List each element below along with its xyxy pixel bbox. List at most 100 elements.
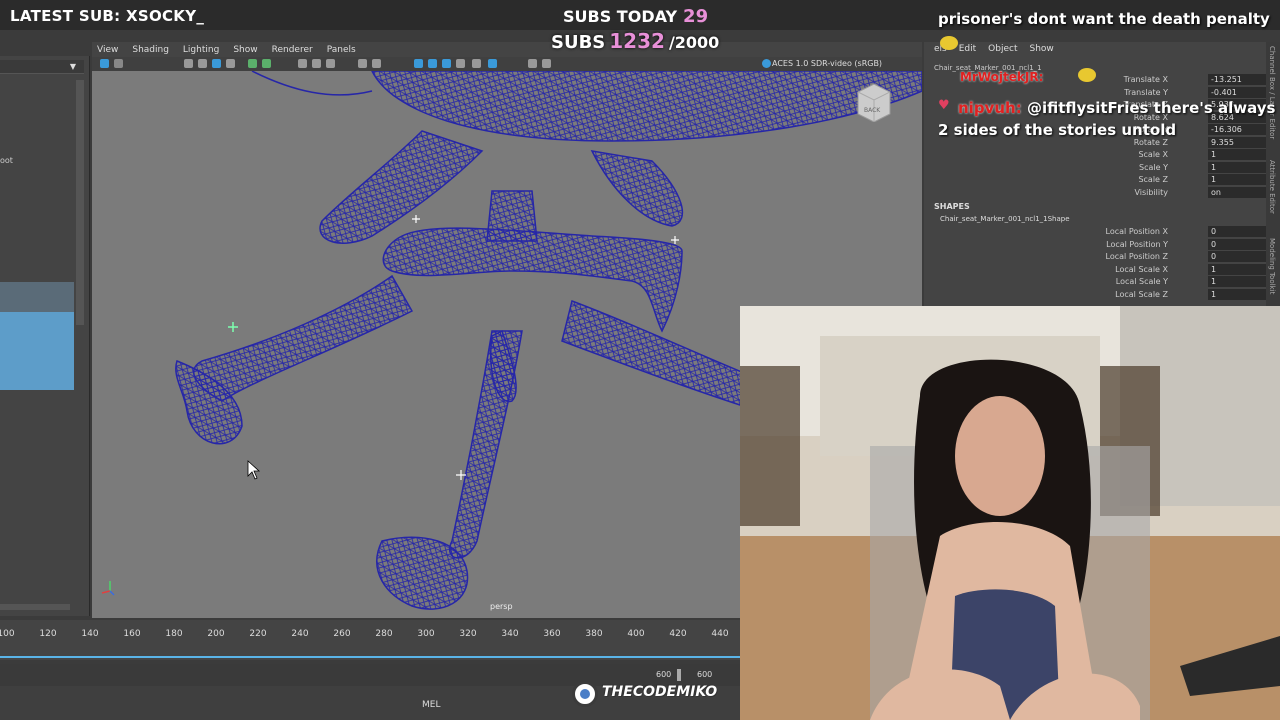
attr-label: Local Position Y — [1106, 239, 1168, 249]
channel-logo: THECODEMIKO — [572, 681, 717, 707]
attr-value[interactable]: 1 — [1208, 149, 1270, 160]
tick-label: 240 — [291, 629, 309, 639]
motion-blur-icon[interactable] — [456, 59, 465, 68]
attr-value[interactable]: 1 — [1208, 174, 1270, 185]
chat-username[interactable]: nipvuh: — [958, 99, 1022, 117]
menu-panels[interactable]: Panels — [327, 45, 356, 55]
menu-show[interactable]: Show — [233, 45, 257, 55]
subs-goal: /2000 — [668, 33, 720, 52]
tab-modeling-toolkit[interactable]: Modeling Toolkit — [1268, 238, 1276, 294]
anti-alias-icon[interactable] — [472, 59, 481, 68]
exposure-icon[interactable] — [528, 59, 537, 68]
range-start[interactable]: 600 — [656, 670, 671, 679]
subs-label: SUBS — [551, 32, 606, 53]
range-handle[interactable] — [677, 669, 681, 681]
tick-label: 360 — [543, 629, 561, 639]
logo-icon — [572, 681, 598, 707]
outliner-scrollbar[interactable] — [76, 80, 84, 325]
mel-label[interactable]: MEL — [422, 700, 440, 710]
tick-label: 400 — [627, 629, 645, 639]
menu-view[interactable]: View — [97, 45, 118, 55]
xray-icon[interactable] — [414, 59, 423, 68]
tick-label: 260 — [333, 629, 351, 639]
pan-zoom-icon[interactable] — [248, 59, 257, 68]
tick-label: 380 — [585, 629, 603, 639]
chat-message: nipvuh: @ifitflysitFries there's always … — [938, 97, 1278, 141]
outliner-item[interactable]: oot — [0, 156, 13, 165]
film-gate-icon[interactable] — [226, 59, 235, 68]
shape-name[interactable]: Chair_seat_Marker_001_ncl1_1Shape — [940, 215, 1070, 223]
grease-pencil-icon[interactable] — [262, 59, 271, 68]
chair-base-mesh — [175, 227, 793, 610]
attr-label: Scale X — [1138, 150, 1168, 159]
viewport-toolbar: ACES 1.0 SDR-video (sRGB) — [92, 57, 922, 71]
grid-icon[interactable] — [212, 59, 221, 68]
tick-label: 320 — [459, 629, 477, 639]
attr-label: Scale Y — [1139, 162, 1168, 172]
lighting-icon[interactable] — [358, 59, 367, 68]
tick-label: 340 — [501, 629, 519, 639]
attr-row: Local Scale Z 1 — [1074, 288, 1270, 302]
outliner-item-selected[interactable] — [0, 312, 74, 390]
image-plane-icon[interactable] — [198, 59, 207, 68]
chair-seat-mesh — [251, 71, 922, 142]
logo-text: THECODEMIKO — [602, 684, 718, 700]
attr-label: Local Position Z — [1105, 252, 1168, 261]
attr-value[interactable]: 0 — [1208, 251, 1270, 262]
time-slider[interactable]: 100 120 140 160 180 200 220 240 260 280 … — [0, 620, 740, 660]
timeline-track — [0, 656, 740, 658]
tick-label: 120 — [39, 629, 57, 639]
ambient-occlusion-icon[interactable] — [442, 59, 451, 68]
depth-of-field-icon[interactable] — [488, 59, 497, 68]
subs-value: 1232 — [609, 29, 665, 53]
attr-label: Local Scale Y — [1115, 277, 1168, 286]
attr-value[interactable]: 1 — [1208, 276, 1270, 287]
outliner-hscrollbar[interactable] — [0, 604, 70, 610]
menu-shading[interactable]: Shading — [132, 45, 169, 55]
view-cube-icon[interactable]: BACK — [856, 82, 892, 122]
tick-label: 420 — [669, 629, 687, 639]
subs-goal-counter: SUBS 1232/2000 — [551, 29, 719, 53]
range-end[interactable]: 600 — [697, 670, 712, 679]
chat-message: prisoner's dont want the death penalty — [938, 10, 1270, 28]
chevron-down-icon: ▼ — [69, 62, 76, 71]
outliner-item-highlight[interactable] — [0, 282, 74, 312]
attr-row: Local Position Z 0 — [1074, 251, 1270, 264]
attr-value[interactable]: 0 — [1208, 238, 1270, 250]
color-space-label[interactable]: ACES 1.0 SDR-video (sRGB) — [772, 59, 882, 68]
tab-attribute-editor[interactable]: Attribute Editor — [1268, 160, 1276, 214]
chat-username[interactable]: MrWojtekJR: — [960, 70, 1043, 84]
attr-row: Local Scale X 1 — [1074, 263, 1270, 277]
attr-label: Local Scale Z — [1115, 289, 1168, 299]
bookmark-icon[interactable] — [184, 59, 193, 68]
outliner-panel: ▼ oot — [0, 56, 90, 616]
menu-renderer[interactable]: Renderer — [272, 45, 313, 55]
textured-icon[interactable] — [326, 59, 335, 68]
webcam-feed — [740, 306, 1280, 720]
tick-label: 280 — [375, 629, 393, 639]
attr-value[interactable]: 0 — [1208, 226, 1270, 237]
tick-label: 300 — [417, 629, 435, 639]
attr-row: Local Position X 0 — [1074, 226, 1270, 239]
attr-value[interactable]: 1 — [1208, 263, 1270, 275]
axis-gizmo-icon — [101, 581, 115, 596]
color-management-icon[interactable] — [762, 59, 771, 68]
tick-label: 200 — [207, 629, 225, 639]
tick-label: 220 — [249, 629, 267, 639]
menu-lighting[interactable]: Lighting — [183, 45, 219, 55]
attr-value[interactable]: 1 — [1208, 288, 1270, 300]
smooth-shade-icon[interactable] — [312, 59, 321, 68]
wireframe-icon[interactable] — [298, 59, 307, 68]
latest-sub-label: LATEST SUB: XSOCKY_ — [10, 7, 205, 25]
mouse-cursor-icon — [247, 460, 261, 480]
camera-attributes-icon[interactable] — [114, 59, 123, 68]
select-camera-icon[interactable] — [100, 59, 109, 68]
attr-row: Scale Y 1 — [1074, 161, 1270, 175]
attr-value[interactable]: 1 — [1208, 161, 1270, 173]
isolate-icon[interactable] — [428, 59, 437, 68]
shadows-icon[interactable] — [372, 59, 381, 68]
attr-label: Local Scale X — [1115, 264, 1168, 274]
gamma-icon[interactable] — [542, 59, 551, 68]
outliner-dropdown[interactable]: ▼ — [0, 60, 84, 74]
attr-value[interactable]: on — [1208, 186, 1270, 198]
